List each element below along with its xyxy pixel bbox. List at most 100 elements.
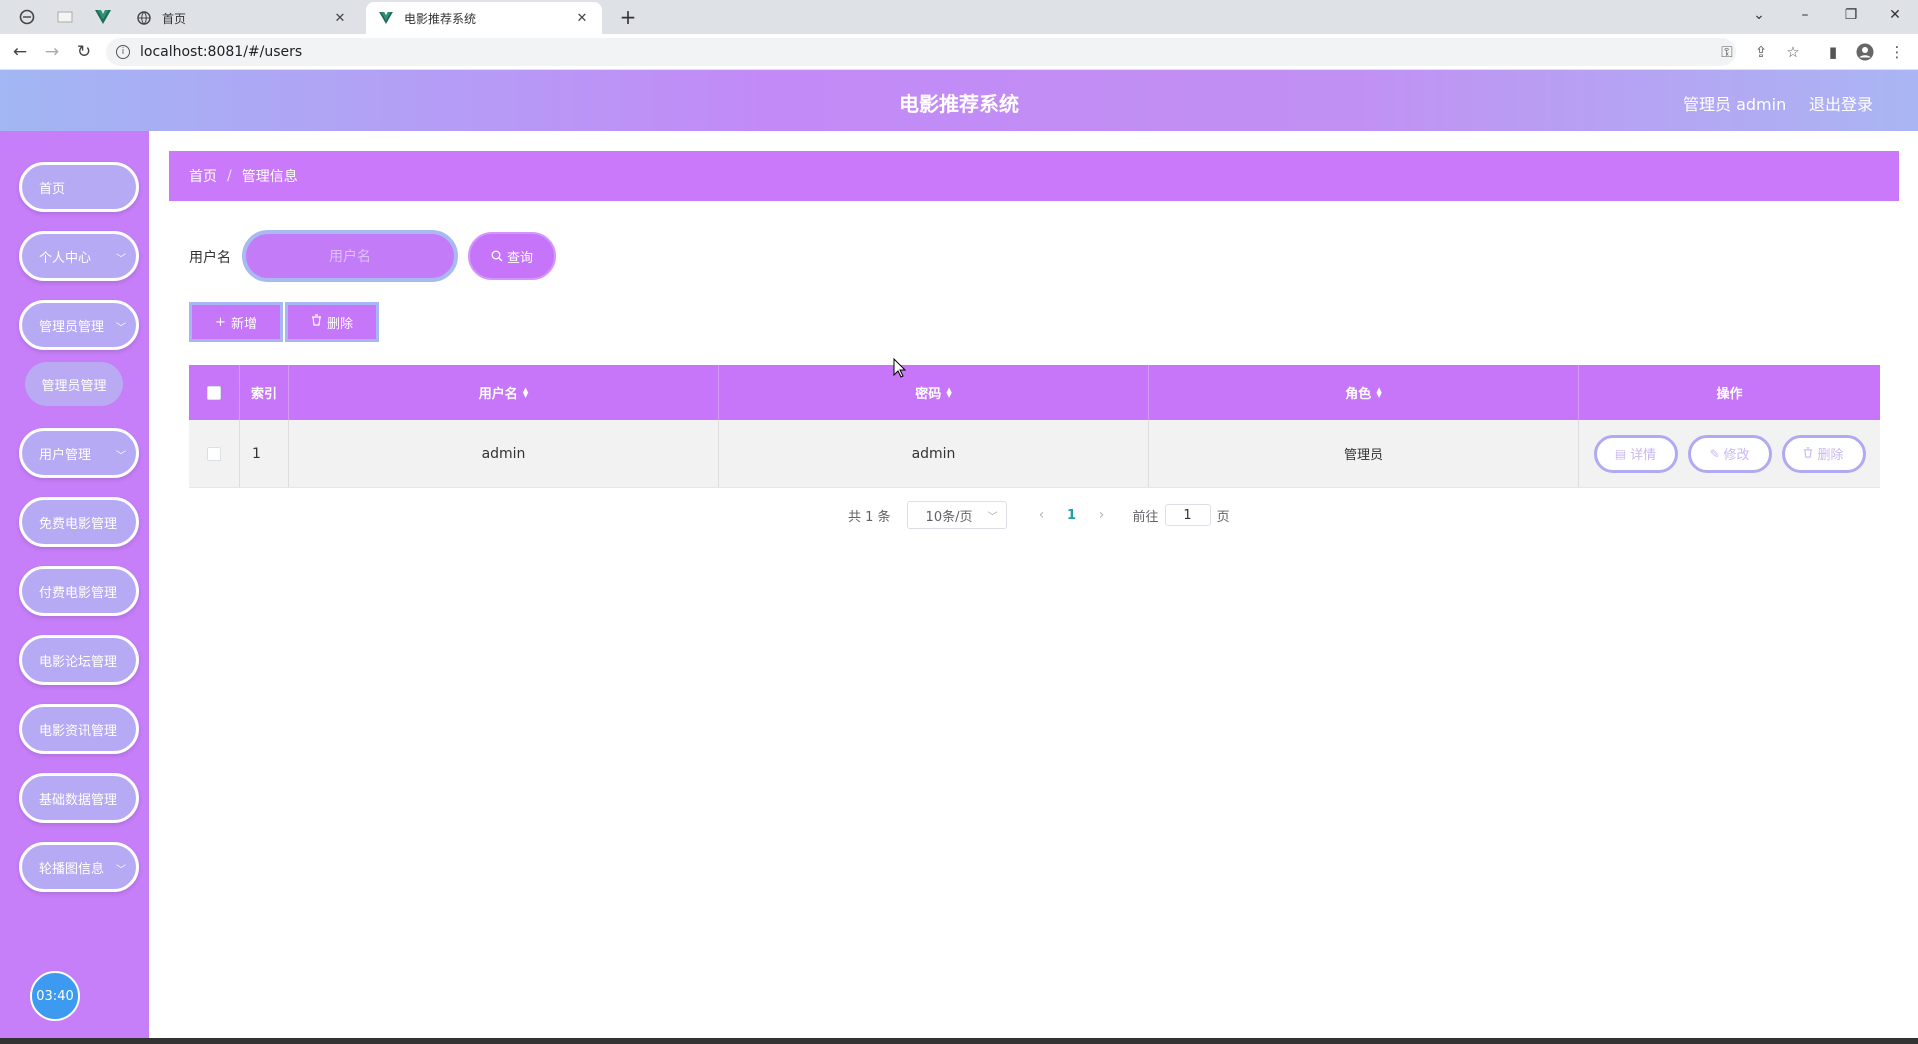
restore-icon[interactable]: ❐ (1838, 4, 1864, 26)
new-tab-button[interactable]: + (616, 5, 640, 29)
sidebar-item-label: 首页 (39, 181, 66, 197)
detail-button[interactable]: ▤ 详情 (1593, 434, 1678, 473)
edit-icon: ✎ (1709, 446, 1720, 461)
cell-password-value: admin (911, 445, 956, 462)
url-text: localhost:8081/#/users (140, 44, 303, 60)
bulk-delete-button[interactable]: 删除 (285, 302, 379, 342)
sidebar-item-admin-management[interactable]: 管理员管理 ﹀ (19, 300, 139, 350)
sidebar-item-personal-center[interactable]: 个人中心 ﹀ (19, 231, 139, 281)
sidebar-item-carousel-info[interactable]: 轮播图信息 ﹀ (19, 842, 139, 892)
browser-tab-bar: 首页 ✕ 电影推荐系统 ✕ + ⌄ – ❐ ✕ (0, 0, 1918, 34)
select-all-checkbox[interactable] (207, 385, 221, 400)
chevron-down-icon: ﹀ (116, 254, 126, 265)
header-username[interactable]: 用户名 ▲ ▼ (289, 365, 719, 420)
cell-index: 1 (240, 420, 289, 487)
username-search-input[interactable]: 用户名 (242, 230, 458, 282)
sidebar-item-label: 电影论坛管理 (39, 654, 118, 670)
browser-toolbar: ← → ↻ i localhost:8081/#/users ⚿ ⇪ ☆ ▮ ⋮ (0, 34, 1918, 70)
address-bar[interactable]: i localhost:8081/#/users (106, 38, 1736, 66)
tab-active[interactable]: 电影推荐系统 ✕ (366, 2, 602, 34)
chevron-down-icon: ﹀ (116, 865, 126, 876)
edit-button[interactable]: ✎ 修改 (1687, 434, 1772, 473)
pinned-tab-page-icon[interactable] (56, 8, 74, 26)
row-checkbox[interactable] (207, 446, 221, 461)
page-suffix: 页 (1216, 509, 1230, 525)
add-button[interactable]: + 新增 (189, 302, 283, 342)
minimize-icon[interactable]: – (1792, 4, 1818, 26)
tab-search-chevron-icon[interactable]: ⌄ (1746, 4, 1772, 26)
edit-button-label: 修改 (1723, 448, 1750, 463)
app-header: 电影推荐系统 管理员 admin 退出登录 (0, 70, 1918, 131)
sidebar: 首页 个人中心 ﹀ 管理员管理 ﹀ 管理员管理 用户管理 ﹀ 免费电影管理 付费… (0, 131, 149, 1044)
next-page-icon[interactable]: › (1087, 507, 1117, 523)
page-number[interactable]: 1 (1057, 508, 1087, 523)
chevron-down-icon: ﹀ (116, 323, 126, 334)
header-operations-label: 操作 (1716, 387, 1743, 402)
trash-icon (311, 314, 322, 330)
close-icon[interactable]: ✕ (332, 10, 348, 26)
sidebar-item-base-data-management[interactable]: 基础数据管理 (19, 773, 139, 823)
sidebar-item-news-management[interactable]: 电影资讯管理 (19, 704, 139, 754)
table-header: 索引 用户名 ▲ ▼ 密码 ▲ ▼ 角色 ▲ ▼ 操作 (189, 365, 1880, 420)
header-role-label: 角色 (1345, 387, 1372, 402)
breadcrumb-home[interactable]: 首页 (189, 166, 217, 186)
sidebar-subitem-label: 管理员管理 (41, 378, 107, 394)
sidebar-item-paid-movie-management[interactable]: 付费电影管理 (19, 566, 139, 616)
share-icon[interactable]: ⇪ (1751, 42, 1771, 62)
sidebar-item-forum-management[interactable]: 电影论坛管理 (19, 635, 139, 685)
sidebar-item-home[interactable]: 首页 (19, 162, 139, 212)
profile-icon[interactable] (1855, 42, 1875, 62)
goto-label: 前往 (1132, 509, 1159, 525)
header-role[interactable]: 角色 ▲ ▼ (1149, 365, 1579, 420)
close-icon[interactable]: ✕ (574, 10, 590, 26)
search-button[interactable]: 查询 (468, 232, 556, 280)
page-size-select[interactable]: 10条/页 ﹀ (906, 501, 1007, 529)
header-index-label: 索引 (250, 387, 277, 402)
breadcrumb-current: 管理信息 (241, 169, 298, 185)
window-close-icon[interactable]: ✕ (1882, 4, 1908, 26)
header-password-label: 密码 (915, 387, 942, 402)
pinned-tab-icon[interactable] (18, 8, 36, 26)
cell-operations: ▤ 详情 ✎ 修改 删除 (1579, 420, 1880, 487)
reload-icon[interactable]: ↻ (73, 41, 95, 63)
tab-title: 首页 (162, 11, 187, 26)
star-icon[interactable]: ☆ (1783, 42, 1803, 62)
header-index: 索引 (240, 365, 289, 420)
sort-icon[interactable]: ▲ ▼ (946, 386, 951, 398)
detail-button-label: 详情 (1630, 448, 1657, 463)
prev-page-icon[interactable]: ‹ (1027, 507, 1057, 523)
row-delete-button-label: 删除 (1817, 448, 1844, 463)
sidebar-item-label: 基础数据管理 (39, 792, 118, 808)
more-menu-icon[interactable]: ⋮ (1887, 42, 1907, 62)
key-icon[interactable]: ⚿ (1717, 42, 1737, 62)
tab-home[interactable]: 首页 ✕ (124, 2, 360, 34)
info-icon[interactable]: i (116, 45, 130, 59)
sidebar-item-label: 轮播图信息 (39, 861, 105, 877)
row-delete-button[interactable]: 删除 (1781, 434, 1866, 473)
forward-icon[interactable]: → (41, 41, 63, 63)
chevron-down-icon: ﹀ (987, 512, 998, 523)
back-icon[interactable]: ← (9, 41, 31, 63)
select-all-cell (189, 365, 240, 420)
header-password[interactable]: 密码 ▲ ▼ (719, 365, 1149, 420)
logout-link[interactable]: 退出登录 (1809, 91, 1873, 115)
cell-password: admin (719, 420, 1149, 487)
search-placeholder: 用户名 (329, 249, 371, 265)
app-title: 电影推荐系统 (899, 92, 1019, 116)
current-user: 管理员 admin (1683, 95, 1787, 114)
sidebar-item-free-movie-management[interactable]: 免费电影管理 (19, 497, 139, 547)
cell-username: admin (289, 420, 719, 487)
pinned-tab-vue-icon[interactable] (94, 8, 112, 26)
sidebar-item-label: 付费电影管理 (39, 585, 118, 601)
side-panel-icon[interactable]: ▮ (1823, 42, 1843, 62)
goto-page-input[interactable]: 1 (1164, 504, 1211, 526)
page-size-value: 10条/页 (925, 509, 973, 525)
clock-widget: 03:40 (30, 971, 80, 1021)
sidebar-item-user-management[interactable]: 用户管理 ﹀ (19, 428, 139, 478)
sort-icon[interactable]: ▲ ▼ (523, 386, 528, 398)
sort-icon[interactable]: ▲ ▼ (1376, 386, 1381, 398)
sidebar-subitem-admin-management[interactable]: 管理员管理 (25, 362, 123, 406)
header-username-label: 用户名 (478, 387, 518, 402)
cell-username-value: admin (481, 445, 526, 462)
trash-icon (1803, 446, 1813, 461)
